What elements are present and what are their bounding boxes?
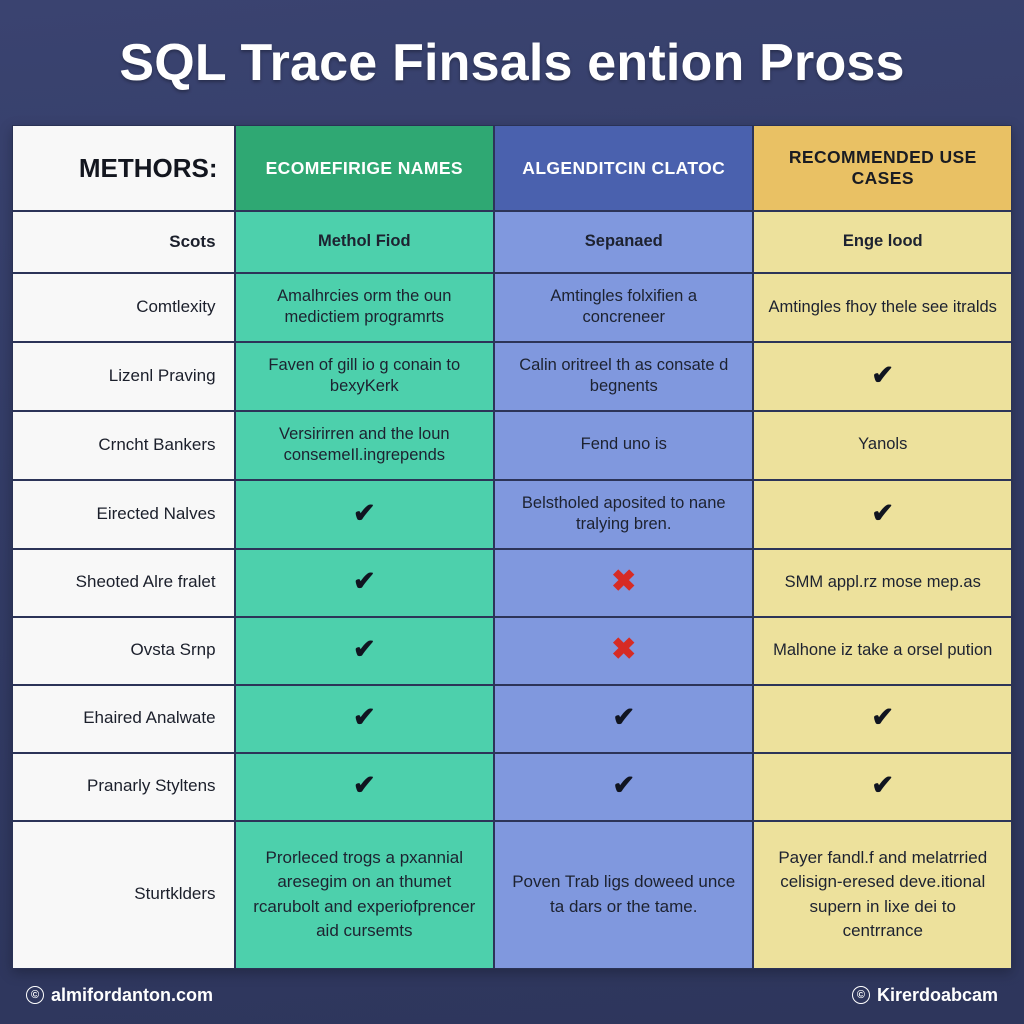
row-label: Eirected Nalves (13, 478, 236, 549)
table-row: Scots Methol Fiod Sepanaed Enge lood (13, 210, 1011, 273)
cell-recommended-use-cases: ✔ (753, 683, 1011, 753)
check-icon: ✔ (352, 770, 376, 801)
table-row: Pranarly Styltens ✔ ✔ ✔ (13, 751, 1011, 821)
cell-ecomefirige-names: ✔ (234, 478, 496, 549)
cell-ecomefirige-names: ✔ (234, 547, 496, 617)
cell-algenditcin-clatoc: ✖ (494, 547, 755, 617)
footer-right: © Kirerdoabcam (851, 984, 998, 1006)
table-row: Sturtklders Prorleced trogs a pxannial ar… (13, 819, 1011, 968)
page-title: SQL Trace Finsals ention Pross (119, 33, 905, 92)
cell-algenditcin-clatoc: Fend uno is (494, 409, 755, 480)
check-icon: ✔ (352, 702, 376, 733)
table-row: Eirected Nalves ✔ Belstholed aposited to n… (13, 478, 1011, 549)
row-label: Comtlexity (13, 272, 236, 342)
cell-ecomefirige-names: Prorleced trogs a pxannial aresegim on a… (234, 819, 496, 968)
column-header-ecomefirige-names: ECOMEFIRIGE NAMES (234, 126, 496, 211)
cell-recommended-use-cases: ✔ (753, 340, 1011, 411)
table-header-row: METHORS: ECOMEFIRIGE NAMES ALGENDITCIN C… (13, 126, 1011, 211)
cell-recommended-use-cases: ✔ (753, 478, 1011, 549)
row-label: Ehaired Analwate (13, 683, 236, 753)
row-label: Lizenl Praving (13, 340, 236, 411)
footer-right-label: Kirerdoabcam (876, 984, 998, 1005)
row-label: Scots (13, 210, 236, 273)
column-header-algenditcin-clatoc: ALGENDITCIN CLATOC (494, 126, 755, 211)
cell-recommended-use-cases: Enge lood (753, 210, 1011, 273)
cell-algenditcin-clatoc: Sepanaed (494, 210, 755, 273)
table-row: Crncht Bankers Versirirren and the loun c… (13, 409, 1011, 480)
table-body: Scots Methol Fiod Sepanaed Enge lood Comtlex… (13, 210, 1011, 968)
cell-recommended-use-cases: Malhone iz take a orsel pution (753, 615, 1011, 685)
copyright-icon: © (26, 986, 44, 1004)
table-header: METHORS: ECOMEFIRIGE NAMES ALGENDITCIN C… (13, 126, 1011, 211)
cell-algenditcin-clatoc: ✔ (494, 751, 755, 821)
column-header-recommended-use-cases: RECOMMENDED USE CASES (753, 126, 1011, 211)
table-row: Lizenl Praving Faven of gill io g conain … (13, 340, 1011, 411)
cell-recommended-use-cases: Payer fandl.f and melatrried celisign-er… (753, 819, 1011, 968)
footer-left: © almifordanton.com (26, 985, 213, 1006)
table-row: Ovsta Srnp ✔ ✖ Malhone iz take a orsel puti… (13, 615, 1011, 685)
cell-algenditcin-clatoc: ✖ (494, 615, 755, 685)
table-row: Ehaired Analwate ✔ ✔ ✔ (13, 683, 1011, 753)
cell-algenditcin-clatoc: Amtingles folxifien a concreneer (494, 272, 755, 342)
infographic-table-page: SQL Trace Finsals ention Pross METHORS: … (0, 0, 1024, 1024)
check-icon: ✔ (352, 634, 376, 665)
footer-left-label: almifordanton.com (51, 984, 214, 1005)
footer: © almifordanton.com © Kirerdoabcam (0, 966, 1024, 1024)
cell-ecomefirige-names: Faven of gill io g conain to bexyKerk (234, 340, 496, 411)
row-label: Sturtklders (13, 819, 236, 968)
check-icon: ✔ (871, 702, 895, 733)
cell-recommended-use-cases: SMM appl.rz mose mep.as (753, 547, 1011, 617)
cross-icon: ✖ (611, 633, 637, 667)
cell-ecomefirige-names: ✔ (234, 615, 496, 685)
cell-algenditcin-clatoc: Belstholed aposited to nane tralying bre… (494, 478, 755, 549)
brand-circle-icon: © (851, 986, 870, 1004)
cell-recommended-use-cases: Amtingles fhoy thele see itralds (753, 272, 1011, 342)
cell-ecomefirige-names: Amalhrcies orm the oun medictiem program… (234, 272, 496, 342)
check-icon: ✔ (871, 497, 895, 528)
cell-ecomefirige-names: ✔ (234, 751, 496, 821)
row-label: Crncht Bankers (13, 409, 236, 480)
cross-icon: ✖ (611, 565, 637, 599)
check-icon: ✔ (612, 702, 636, 733)
row-label: Ovsta Srnp (13, 615, 236, 685)
cell-algenditcin-clatoc: Calin oritreel th as consate d begnents (494, 340, 755, 411)
table-row: Sheoted Alre fralet ✔ ✖ SMM appl.rz mose me… (13, 547, 1011, 617)
comparison-table-container: METHORS: ECOMEFIRIGE NAMES ALGENDITCIN C… (12, 125, 1012, 969)
cell-recommended-use-cases: Yanols (753, 409, 1011, 480)
cell-recommended-use-cases: ✔ (753, 751, 1011, 821)
column-header-methods: METHORS: (13, 126, 236, 211)
comparison-table: METHORS: ECOMEFIRIGE NAMES ALGENDITCIN C… (13, 126, 1011, 968)
row-label: Sheoted Alre fralet (13, 547, 236, 617)
check-icon: ✔ (871, 770, 895, 801)
check-icon: ✔ (352, 566, 376, 597)
check-icon: ✔ (871, 360, 895, 391)
title-bar: SQL Trace Finsals ention Pross (0, 0, 1024, 125)
cell-ecomefirige-names: Methol Fiod (234, 210, 496, 273)
cell-algenditcin-clatoc: Poven Trab ligs doweed unce ta dars or t… (494, 819, 755, 968)
cell-ecomefirige-names: ✔ (234, 683, 496, 753)
check-icon: ✔ (352, 497, 376, 528)
cell-ecomefirige-names: Versirirren and the loun consemeIl.ingre… (234, 409, 496, 480)
cell-algenditcin-clatoc: ✔ (494, 683, 755, 753)
row-label: Pranarly Styltens (13, 751, 236, 821)
table-row: Comtlexity Amalhrcies orm the oun medicti… (13, 272, 1011, 342)
check-icon: ✔ (612, 770, 636, 801)
